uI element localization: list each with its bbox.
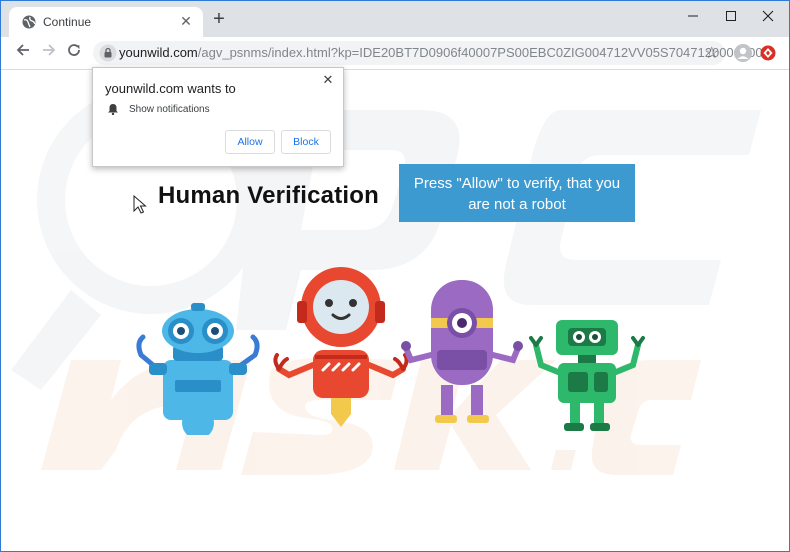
robots-illustration — [136, 267, 645, 435]
block-button[interactable]: Block — [281, 130, 331, 154]
extension-icon[interactable] — [760, 45, 776, 61]
reload-icon[interactable] — [63, 42, 85, 64]
address-bar[interactable]: younwild.com/agv_psnms/index.html?kp=IDE… — [93, 41, 770, 65]
minimize-icon[interactable] — [676, 1, 710, 33]
tab-strip: Continue ✕ + — [1, 1, 789, 37]
page-title: Human Verification — [158, 182, 379, 209]
tab-title: Continue — [43, 15, 92, 29]
url-path: /agv_psnms/index.html?kp=IDE20BT7D0906f4… — [197, 45, 770, 60]
tab-close-icon[interactable]: ✕ — [177, 12, 195, 30]
profile-icon[interactable] — [734, 44, 752, 62]
allow-button[interactable]: Allow — [225, 130, 275, 154]
url-text[interactable]: younwild.com/agv_psnms/index.html?kp=IDE… — [119, 45, 770, 60]
popup-description: Show notifications — [129, 104, 210, 115]
purple-robot — [401, 280, 523, 423]
browser-tab[interactable]: Continue ✕ — [9, 7, 203, 37]
bell-icon — [108, 104, 118, 115]
globe-icon — [22, 15, 36, 29]
plus-icon[interactable]: + — [209, 9, 229, 30]
browser-window: Continue ✕ + younwild.com/agv_psnms/inde… — [0, 0, 790, 552]
verify-instruction-banner: Press "Allow" to verify, that you are no… — [399, 164, 635, 222]
notification-permission-popup: younwild.com wants to ✕ Show notificatio… — [92, 67, 344, 167]
green-robot — [529, 320, 645, 431]
browser-toolbar: younwild.com/agv_psnms/index.html?kp=IDE… — [1, 37, 789, 70]
blue-robot — [136, 303, 260, 435]
maximize-icon[interactable] — [714, 1, 748, 33]
arrow-left-icon[interactable] — [12, 42, 34, 64]
arrow-right-icon[interactable] — [38, 42, 60, 64]
popup-title: younwild.com wants to — [105, 81, 236, 96]
star-icon[interactable]: ☆ — [705, 43, 719, 63]
popup-close-icon[interactable]: ✕ — [321, 73, 335, 87]
lock-icon[interactable] — [99, 44, 117, 62]
url-domain: younwild.com — [119, 45, 198, 60]
red-robot — [273, 267, 409, 427]
mouse-cursor-icon — [133, 195, 147, 214]
window-close-icon[interactable] — [751, 1, 785, 33]
